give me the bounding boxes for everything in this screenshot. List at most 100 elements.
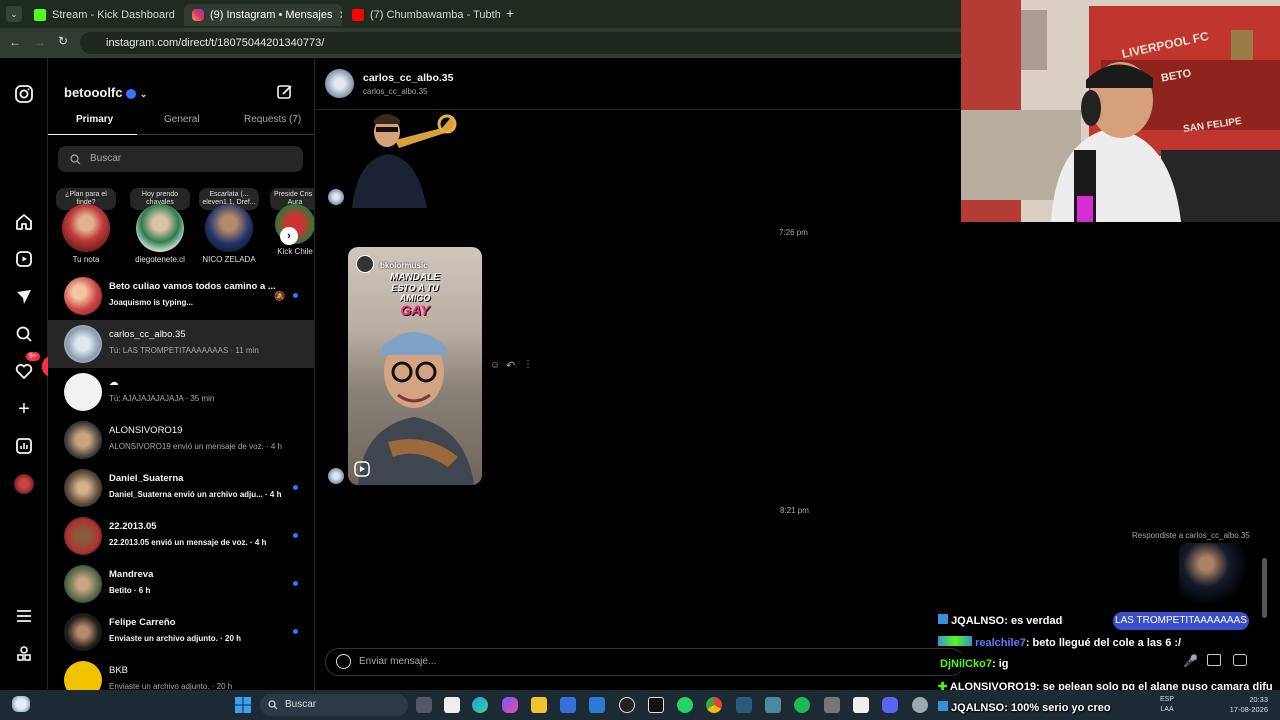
conversation-item[interactable]: Daniel_Suaterna Daniel_Suaterna envió un…	[48, 464, 314, 512]
tab-general[interactable]: General	[164, 114, 200, 125]
store-icon[interactable]	[560, 697, 576, 713]
instagram-logo-icon[interactable]	[14, 84, 34, 104]
chat-text: : 100% serio yo creo	[1004, 702, 1111, 714]
tiktok-icon[interactable]	[648, 697, 664, 713]
note-item[interactable]: ¿Plan para el finde? Tu nota	[56, 188, 116, 264]
note-item[interactable]: Hoy prendo chavales diegotenete.cl	[130, 188, 190, 264]
chat-user: realchile7	[975, 637, 1026, 649]
search-input[interactable]: Buscar	[58, 146, 303, 172]
more-options-icon[interactable]: ⋮	[523, 359, 533, 370]
close-icon[interactable]: ✕	[181, 8, 182, 22]
file-explorer-icon[interactable]	[531, 697, 547, 713]
language-indicator[interactable]: ESP LAA	[1160, 695, 1174, 715]
conversation-name: ☁	[109, 377, 119, 388]
youtube-icon	[352, 9, 364, 21]
app-icon[interactable]	[824, 697, 840, 713]
message-input[interactable]: Enviar mensaje...	[325, 648, 965, 676]
copilot-icon[interactable]	[502, 697, 518, 713]
chat-text: : ig	[991, 658, 1009, 670]
contact-avatar[interactable]	[325, 69, 354, 98]
mail-icon[interactable]	[589, 697, 605, 713]
forward-icon[interactable]: →	[34, 35, 46, 49]
trumpet-sticker[interactable]	[347, 110, 457, 208]
home-icon[interactable]	[14, 212, 34, 232]
note-bubble: Hoy prendo chavales	[130, 188, 190, 210]
emoji-icon[interactable]	[336, 654, 351, 669]
spotify-icon[interactable]	[794, 697, 810, 713]
muted-icon: 🔕	[274, 291, 286, 301]
stream-chat-line: realchile7: beto llegué del cole a las 6…	[938, 636, 1181, 649]
chrome-icon[interactable]	[706, 697, 722, 713]
reload-icon[interactable]: ↻	[58, 34, 68, 48]
messages-badge: 9+	[26, 352, 40, 361]
reply-icon[interactable]: ↶	[506, 359, 515, 372]
shared-reel[interactable]: bkolormusic MANDALE ESTO A TU AMIGO GAY	[348, 247, 482, 485]
conversation-item[interactable]: 22.2013.05 22.2013.05 envió un mensaje d…	[48, 512, 314, 560]
notepad-icon[interactable]	[853, 697, 869, 713]
weather-icon[interactable]	[12, 696, 30, 712]
create-icon[interactable]: +	[14, 399, 34, 419]
conversation-item[interactable]: Beto culiao vamos todos camino a ... Joa…	[48, 272, 314, 320]
avatar	[64, 613, 102, 651]
conversation-item[interactable]: Mandreva Betito · 6 h	[48, 560, 314, 608]
inbox-username[interactable]: betooolfc ⌄	[64, 85, 147, 100]
app-icon[interactable]	[736, 697, 752, 713]
discord-icon[interactable]	[882, 697, 898, 713]
username-text: betooolfc	[64, 85, 123, 100]
app-icon[interactable]	[765, 697, 781, 713]
threads-icon[interactable]	[14, 644, 34, 664]
new-message-icon[interactable]	[276, 83, 294, 101]
note-item[interactable]: Preside Cris I Aura Kick Chile	[270, 188, 314, 256]
conversation-preview: Betito · 6 h	[109, 586, 151, 595]
tab-requests[interactable]: Requests (7)	[244, 114, 301, 125]
reply-sticker-thumb[interactable]	[1179, 543, 1247, 603]
new-tab-button[interactable]: +	[506, 5, 514, 21]
tab-kick-dashboard[interactable]: Stream - Kick Dashboard ✕	[26, 4, 182, 26]
reel-play-icon[interactable]	[354, 461, 370, 477]
close-icon[interactable]: ✕	[338, 8, 342, 22]
conversation-item-selected[interactable]: carlos_cc_albo.35 Tú: LAS TROMPETITAAAAA…	[48, 320, 314, 368]
edge-icon[interactable]	[472, 697, 488, 713]
clock[interactable]: 20:33 17-08-2026	[1218, 695, 1268, 715]
conversation-item[interactable]: Felipe Carreño Enviaste un archivo adjun…	[48, 608, 314, 656]
webcam-scene	[961, 0, 1280, 222]
avatar	[64, 373, 102, 411]
conversation-item[interactable]: ☁ Tú: AJAJAJAJAJAJA · 35 min	[48, 368, 314, 416]
tab-youtube[interactable]: (7) Chumbawamba - Tubthump ✕	[344, 4, 500, 26]
contact-name[interactable]: carlos_cc_albo.35	[363, 72, 453, 84]
tab-primary[interactable]: Primary	[76, 114, 113, 125]
menu-icon[interactable]	[14, 606, 34, 626]
image-icon[interactable]	[1207, 654, 1221, 666]
settings-icon[interactable]	[912, 697, 928, 713]
conversation-item[interactable]: ALONSIVORO19 ALONSIVORO19 envió un mensa…	[48, 416, 314, 464]
conversation-item[interactable]: BKB Enviaste un archivo adjunto. · 20 h	[48, 656, 314, 690]
profile-avatar[interactable]	[14, 474, 34, 494]
unread-dot	[293, 293, 298, 298]
sticker-icon[interactable]	[1233, 654, 1247, 666]
messenger-icon[interactable]	[14, 287, 34, 307]
task-view-icon[interactable]	[416, 697, 432, 713]
taskbar-search[interactable]: Buscar	[260, 694, 408, 716]
chevron-right-icon[interactable]: ›	[280, 227, 298, 245]
mic-icon[interactable]: 🎤	[1183, 654, 1198, 668]
whatsapp-icon[interactable]	[677, 697, 693, 713]
react-icon[interactable]: ☺	[490, 360, 500, 371]
instagram-nav: 9+ +	[0, 58, 48, 690]
tab-menu-icon[interactable]: ⌄	[6, 6, 22, 22]
heart-icon[interactable]	[14, 361, 34, 381]
chat-user: JQALNSO	[951, 615, 1005, 627]
url-input[interactable]: instagram.com/direct/t/18075044201340773…	[80, 32, 980, 54]
start-icon[interactable]	[235, 697, 251, 713]
scrollbar-thumb[interactable]	[1262, 558, 1267, 618]
reels-icon[interactable]	[14, 249, 34, 269]
taskbar-search-label: Buscar	[285, 699, 317, 710]
conversation-name: Beto culiao vamos todos camino a ...	[109, 281, 276, 292]
tab-label: (7) Chumbawamba - Tubthump	[370, 9, 500, 21]
search-icon[interactable]	[14, 324, 34, 344]
tab-instagram[interactable]: (9) Instagram • Mensajes ✕	[184, 4, 342, 26]
obs-icon[interactable]	[619, 697, 635, 713]
tiktok-app-icon[interactable]	[444, 697, 460, 713]
note-item[interactable]: Escarlata (... eleven1.1, Dref... NICO Z…	[199, 188, 259, 264]
dashboard-icon[interactable]	[14, 436, 34, 456]
back-icon[interactable]: ←	[9, 35, 21, 49]
